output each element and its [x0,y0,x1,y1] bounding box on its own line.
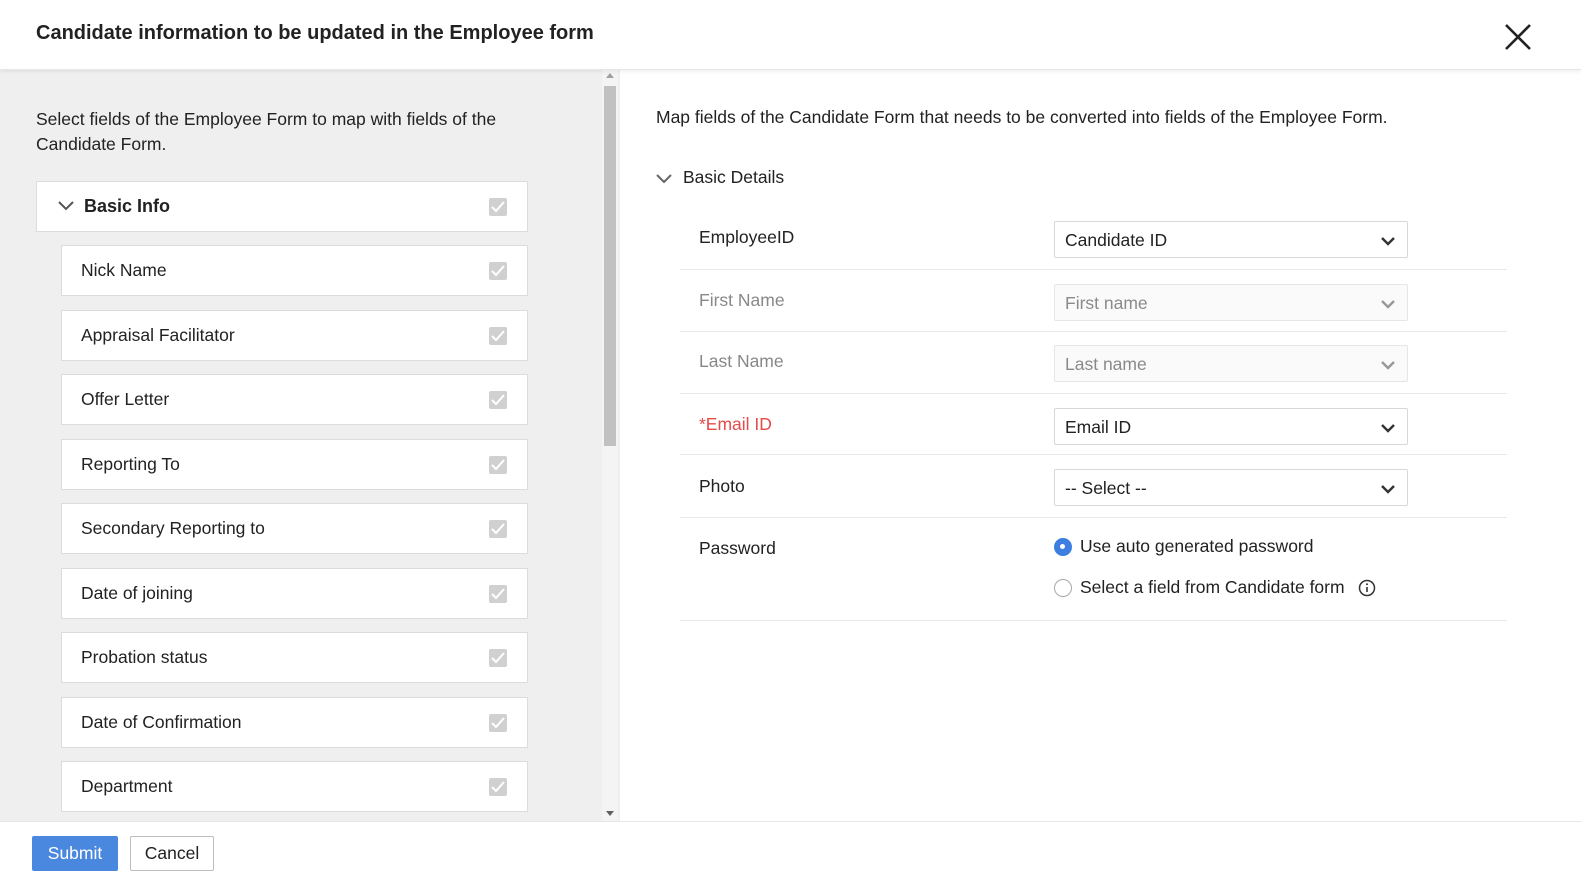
field-item-label: Secondary Reporting to [81,518,265,538]
left-panel-description: Select fields of the Employee Form to ma… [36,109,497,154]
radio-candidate-field[interactable] [1054,579,1072,597]
radio-label: Select a field from Candidate form [1080,577,1345,597]
field-item[interactable]: Date of joining [61,567,528,619]
field-item-label: Probation status [81,647,208,667]
mapping-row-email-id: *Email ID Email ID [680,394,1507,455]
field-checkbox[interactable] [489,326,507,345]
dialog-title: Candidate information to be updated in t… [36,22,594,44]
chevron-down-icon [1381,237,1395,246]
chevron-down-icon[interactable] [57,199,75,213]
dropdown-value: Candidate ID [1065,230,1168,250]
field-checkbox[interactable] [489,713,507,732]
field-item[interactable]: Department [61,761,528,812]
field-item[interactable]: Appraisal Facilitator [61,309,528,361]
dialog-footer: Submit Cancel [0,821,1581,881]
field-checkbox[interactable] [489,584,507,603]
mapping-row-first-name: First Name First name [680,270,1507,332]
dropdown-value: -- Select -- [1065,478,1147,498]
scroll-down-icon[interactable] [606,811,614,816]
mapping-row-last-name: Last Name Last name [680,332,1507,394]
group-label: Basic Info [84,196,171,216]
field-checkbox[interactable] [489,262,507,280]
chevron-down-icon[interactable] [655,172,673,186]
field-checkbox[interactable] [489,455,507,474]
mapping-label: Last Name [699,351,784,371]
scroll-up-icon[interactable] [606,73,614,78]
right-panel-description: Map fields of the Candidate Form that ne… [656,107,1388,127]
field-checkbox[interactable] [489,520,507,538]
mapping-row-password: Password Use auto generated password Sel… [680,518,1507,621]
chevron-down-icon [1381,424,1395,433]
employee-id-dropdown[interactable]: Candidate ID [1054,221,1408,258]
group-basic-info[interactable]: Basic Info [36,181,528,232]
mapping-label: EmployeeID [699,227,795,247]
group-checkbox[interactable] [489,198,507,216]
last-name-dropdown: Last name [1054,345,1408,382]
mapping-label-required: *Email ID [699,414,772,434]
chevron-down-icon [1381,300,1395,309]
radio-auto-password[interactable] [1054,538,1072,556]
section-label-basic-details[interactable]: Basic Details [683,167,784,188]
field-item-label: Reporting To [81,453,180,474]
mapping-label: Password [699,538,776,558]
scroll-thumb[interactable] [604,86,616,446]
field-item-label: Department [81,776,173,796]
cancel-button[interactable]: Cancel [130,836,214,871]
field-item-label: Date of Confirmation [81,711,242,732]
field-item-label: Date of joining [81,582,193,603]
field-item[interactable]: Offer Letter [61,374,528,425]
field-checkbox[interactable] [489,391,507,409]
chevron-down-icon [1381,361,1395,370]
field-item[interactable]: Date of Confirmation [61,696,528,748]
radio-label: Use auto generated password [1080,536,1314,556]
field-list: Nick Name Appraisal Facilitator Offer Lett… [61,245,528,821]
info-icon[interactable] [1358,579,1376,597]
field-item[interactable]: Nick Name [61,245,528,296]
mapping-row-photo: Photo -- Select -- [680,455,1507,518]
photo-dropdown[interactable]: -- Select -- [1054,469,1408,506]
left-panel-scrollbar[interactable] [602,70,618,821]
close-icon[interactable] [1503,22,1533,52]
mapping-row-employee-id: EmployeeID Candidate ID [680,210,1507,270]
field-item[interactable]: Reporting To [61,438,528,490]
field-checkbox[interactable] [489,778,507,796]
field-item-label: Appraisal Facilitator [81,324,235,345]
dropdown-value: Last name [1065,354,1147,374]
field-checkbox[interactable] [489,649,507,667]
first-name-dropdown: First name [1054,284,1408,321]
candidate-mapping-panel: Map fields of the Candidate Form that ne… [620,70,1581,821]
submit-button[interactable]: Submit [32,836,118,871]
mapping-label: Photo [699,476,745,496]
dropdown-value: Email ID [1065,417,1132,437]
mapping-label: First Name [699,290,785,310]
field-item[interactable]: Secondary Reporting to [61,503,528,554]
field-item-label: Offer Letter [81,389,170,409]
employee-fields-panel: Select fields of the Employee Form to ma… [0,70,620,821]
field-item-label: Nick Name [81,260,167,280]
dropdown-value: First name [1065,293,1148,313]
dialog-header: Candidate information to be updated in t… [0,0,1581,70]
email-id-dropdown[interactable]: Email ID [1054,408,1408,445]
field-item[interactable]: Probation status [61,632,528,683]
chevron-down-icon [1381,485,1395,494]
